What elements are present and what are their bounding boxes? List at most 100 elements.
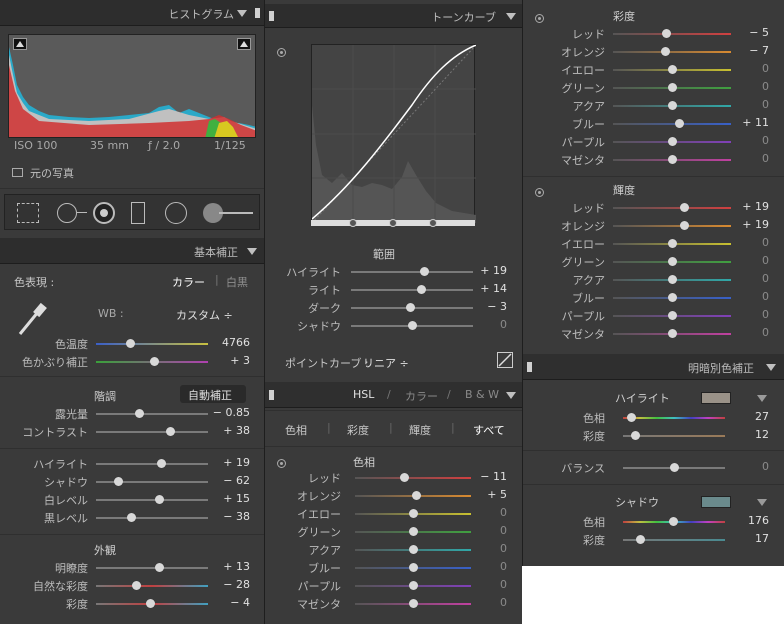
basic-whites-value[interactable]: + 15 — [223, 492, 250, 505]
point-curve-select[interactable]: リニア ÷ — [363, 355, 409, 371]
curve-darks-thumb[interactable] — [405, 303, 415, 312]
luminance-target-adjust-icon[interactable] — [535, 188, 544, 197]
sat-0-slider[interactable] — [613, 33, 731, 35]
tone-curve-graph[interactable] — [311, 44, 477, 224]
split-toning-header[interactable]: 明暗別色補正 — [523, 354, 784, 380]
basic-temp-thumb[interactable] — [125, 339, 135, 348]
split-balance-value[interactable]: 0 — [762, 460, 769, 473]
hsl-title[interactable]: HSL — [353, 388, 374, 401]
hue-1-thumb[interactable] — [412, 491, 422, 500]
treatment-bw[interactable]: 白黒 — [226, 274, 248, 290]
sat-4-value[interactable]: 0 — [762, 98, 769, 111]
sat-5-slider[interactable] — [613, 123, 731, 125]
basic-vibrance-value[interactable]: − 28 — [223, 578, 250, 591]
lum-5-value[interactable]: 0 — [762, 290, 769, 303]
sat-2-value[interactable]: 0 — [762, 62, 769, 75]
lum-0-slider[interactable] — [613, 207, 731, 209]
split-hl-sat-thumb[interactable] — [631, 431, 641, 440]
basic-highlights-slider[interactable] — [96, 463, 208, 465]
sat-6-value[interactable]: 0 — [762, 134, 769, 147]
lum-1-slider[interactable] — [613, 225, 731, 227]
basic-clarity-value[interactable]: + 13 — [223, 560, 250, 573]
curve-shadows-value[interactable]: 0 — [500, 318, 507, 331]
collapse-triangle-icon[interactable] — [766, 364, 776, 371]
curve-lights-slider[interactable] — [351, 289, 473, 291]
bw-title[interactable]: B & W — [465, 388, 499, 401]
collapse-triangle-icon[interactable] — [506, 13, 516, 20]
radial-filter-icon[interactable] — [165, 202, 187, 224]
hue-7-thumb[interactable] — [409, 599, 418, 608]
curve-lights-value[interactable]: + 14 — [480, 282, 507, 295]
hue-0-slider[interactable] — [355, 477, 471, 479]
curve-lights-thumb[interactable] — [416, 285, 426, 294]
basic-header[interactable]: 基本補正 — [0, 238, 264, 264]
shadow-clipping-toggle[interactable] — [13, 38, 27, 50]
red-eye-icon[interactable] — [93, 202, 115, 224]
tab-saturation[interactable]: 彩度 — [347, 422, 369, 438]
hue-2-thumb[interactable] — [409, 509, 418, 518]
basic-whites-thumb[interactable] — [154, 495, 164, 504]
lum-0-value[interactable]: + 19 — [742, 200, 769, 213]
collapse-triangle-icon[interactable] — [506, 392, 516, 399]
original-photo-checkbox[interactable] — [12, 168, 23, 177]
lum-4-thumb[interactable] — [668, 275, 677, 284]
crop-tool-icon[interactable] — [17, 203, 39, 223]
basic-clarity-slider[interactable] — [96, 567, 208, 569]
split-sh-sat-value[interactable]: 17 — [755, 532, 769, 545]
lum-1-thumb[interactable] — [679, 221, 689, 230]
lum-2-value[interactable]: 0 — [762, 236, 769, 249]
sat-6-thumb[interactable] — [668, 137, 677, 146]
sat-2-thumb[interactable] — [668, 65, 677, 74]
sat-5-value[interactable]: + 11 — [742, 116, 769, 129]
sat-1-value[interactable]: − 7 — [749, 44, 769, 57]
sat-3-thumb[interactable] — [668, 83, 677, 92]
basic-shadows-value[interactable]: − 62 — [223, 474, 250, 487]
curve-highlights-thumb[interactable] — [420, 267, 430, 276]
sat-4-thumb[interactable] — [668, 101, 677, 110]
collapse-triangle-icon[interactable] — [237, 10, 247, 17]
split-hl-hue-thumb[interactable] — [627, 413, 637, 422]
basic-tint-thumb[interactable] — [150, 357, 160, 366]
basic-highlights-thumb[interactable] — [156, 459, 166, 468]
curve-shadows-thumb[interactable] — [408, 321, 417, 330]
basic-temp-slider[interactable] — [96, 343, 208, 345]
hue-5-value[interactable]: 0 — [500, 560, 507, 573]
graduated-filter-icon[interactable] — [131, 202, 145, 224]
hue-4-thumb[interactable] — [409, 545, 418, 554]
hue-3-value[interactable]: 0 — [500, 524, 507, 537]
lum-3-value[interactable]: 0 — [762, 254, 769, 267]
highlight-color-swatch[interactable] — [701, 392, 731, 404]
split-sh-hue-value[interactable]: 176 — [748, 514, 769, 527]
lum-4-value[interactable]: 0 — [762, 272, 769, 285]
basic-shadows-thumb[interactable] — [114, 477, 124, 486]
sat-7-thumb[interactable] — [668, 155, 677, 164]
shadow-swatch-triangle-icon[interactable] — [757, 499, 767, 506]
lum-5-thumb[interactable] — [668, 293, 677, 302]
tab-hue[interactable]: 色相 — [285, 422, 307, 438]
hue-4-value[interactable]: 0 — [500, 542, 507, 555]
basic-tint-value[interactable]: + 3 — [230, 354, 250, 367]
split-sh-sat-thumb[interactable] — [636, 535, 646, 544]
treatment-color[interactable]: カラー — [172, 274, 205, 290]
split-hl-hue-value[interactable]: 27 — [755, 410, 769, 423]
hue-7-value[interactable]: 0 — [500, 596, 507, 609]
split-point-3[interactable] — [429, 219, 437, 227]
wb-eyedropper-icon[interactable] — [14, 300, 48, 340]
curve-darks-value[interactable]: − 3 — [487, 300, 507, 313]
target-adjust-icon[interactable] — [277, 48, 286, 57]
tab-all[interactable]: すべて — [473, 422, 505, 438]
curve-highlights-value[interactable]: + 19 — [480, 264, 507, 277]
basic-saturation-value[interactable]: − 4 — [230, 596, 250, 609]
sat-5-thumb[interactable] — [675, 119, 685, 128]
tab-luminance[interactable]: 輝度 — [409, 422, 431, 438]
basic-contrast-value[interactable]: + 38 — [223, 424, 250, 437]
hue-6-value[interactable]: 0 — [500, 578, 507, 591]
hue-0-thumb[interactable] — [399, 473, 409, 482]
basic-highlights-value[interactable]: + 19 — [223, 456, 250, 469]
lum-2-thumb[interactable] — [668, 239, 677, 248]
shadow-color-swatch[interactable] — [701, 496, 731, 508]
sat-3-value[interactable]: 0 — [762, 80, 769, 93]
saturation-target-adjust-icon[interactable] — [535, 14, 544, 23]
basic-contrast-thumb[interactable] — [165, 427, 175, 436]
basic-exposure-slider[interactable] — [96, 413, 208, 415]
